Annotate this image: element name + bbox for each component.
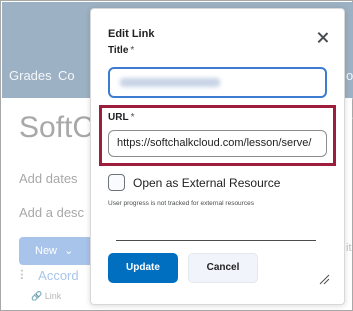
title-label: Title *: [108, 45, 134, 56]
external-resource-help: User progress is not tracked for externa…: [108, 200, 254, 207]
required-marker: *: [130, 45, 135, 56]
title-input[interactable]: [108, 67, 327, 98]
accordion-item[interactable]: ⠇ Accord: [19, 268, 79, 284]
close-icon[interactable]: [316, 31, 330, 45]
new-button[interactable]: New ⌄: [19, 237, 97, 265]
url-label-text: URL: [108, 112, 129, 123]
resize-grip-icon[interactable]: [318, 273, 330, 285]
divider: [116, 240, 316, 241]
url-label: URL *: [108, 112, 134, 123]
link-type-label: Link: [44, 291, 62, 301]
screen: Grades Co o SoftC Add dates Add a desc N…: [0, 0, 353, 311]
update-button[interactable]: Update: [108, 253, 178, 283]
url-required-marker: *: [130, 112, 135, 123]
accordion-title: Accord: [38, 268, 79, 283]
drag-handle-icon[interactable]: ⠇: [19, 268, 29, 283]
nav-item-content[interactable]: Co: [58, 68, 75, 83]
new-button-label: New: [35, 245, 58, 257]
add-description-link[interactable]: Add a desc: [19, 205, 84, 220]
url-input[interactable]: https://softchalkcloud.com/lesson/serve/: [108, 130, 327, 157]
cancel-button[interactable]: Cancel: [188, 253, 258, 283]
external-resource-checkbox[interactable]: [108, 174, 125, 191]
edit-link-dialog: Edit Link Title * URL * https://softchalkc…: [90, 8, 345, 305]
external-resource-label[interactable]: Open as External Resource: [133, 176, 280, 190]
nav-item-overflow[interactable]: o: [346, 68, 353, 83]
page-heading: SoftC: [19, 111, 95, 144]
link-type-row: 🔗 Link: [31, 291, 61, 302]
add-dates-link[interactable]: Add dates: [19, 171, 78, 186]
edit-overflow-text: it: [346, 242, 352, 254]
link-icon: 🔗: [31, 291, 43, 301]
nav-item-grades[interactable]: Grades: [9, 68, 52, 83]
title-label-text: Title: [108, 45, 129, 56]
dialog-title: Edit Link: [108, 28, 155, 40]
blurred-title-value: [120, 78, 220, 87]
chevron-down-icon: ⌄: [64, 245, 74, 257]
